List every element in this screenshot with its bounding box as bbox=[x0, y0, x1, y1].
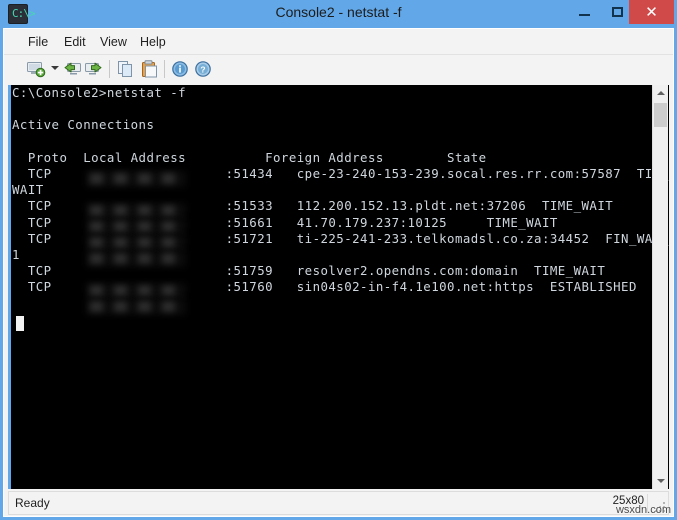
redacted-local-address-5 bbox=[86, 251, 186, 267]
paste-icon[interactable] bbox=[140, 60, 160, 78]
status-bar: Ready 25x80 bbox=[8, 491, 669, 515]
block-cursor bbox=[16, 316, 24, 331]
redacted-local-address-4 bbox=[86, 235, 186, 251]
title-bar[interactable]: C:\> Console2 - netstat -f ✕ bbox=[0, 0, 677, 28]
close-icon: ✕ bbox=[645, 4, 658, 21]
redacted-local-address-6 bbox=[86, 283, 186, 299]
scroll-thumb[interactable] bbox=[654, 103, 667, 127]
menu-item-file[interactable]: File bbox=[22, 33, 54, 51]
svg-text:?: ? bbox=[200, 64, 205, 74]
menu-item-edit[interactable]: Edit bbox=[58, 33, 92, 51]
menu-item-help[interactable]: Help bbox=[134, 33, 172, 51]
watermark: wsxdn.com bbox=[615, 504, 671, 516]
new-tab-icon[interactable] bbox=[26, 60, 46, 78]
menu-bar: File Edit View Help bbox=[4, 29, 673, 55]
toolbar-separator-1 bbox=[109, 60, 110, 78]
info-icon[interactable] bbox=[171, 60, 191, 78]
redacted-local-address-7 bbox=[86, 299, 186, 315]
status-message: Ready bbox=[15, 496, 50, 510]
copy-icon[interactable] bbox=[116, 60, 136, 78]
minimize-icon bbox=[568, 0, 601, 24]
help-icon[interactable]: ? bbox=[194, 60, 214, 78]
tool-bar: ? bbox=[4, 55, 673, 83]
console-left-accent bbox=[8, 85, 11, 489]
toolbar-separator-2 bbox=[164, 60, 165, 78]
forward-arrow-icon[interactable] bbox=[84, 60, 104, 78]
console2-window: C:\> Console2 - netstat -f ✕ File Edit V… bbox=[0, 0, 677, 520]
console-output-area[interactable]: C:\Console2>netstat -f Active Connection… bbox=[8, 85, 669, 489]
scroll-down-arrow[interactable] bbox=[653, 473, 668, 489]
redacted-local-address-3 bbox=[86, 219, 186, 235]
back-arrow-icon[interactable] bbox=[62, 60, 82, 78]
redacted-local-address-1 bbox=[86, 171, 186, 187]
scroll-up-arrow[interactable] bbox=[653, 85, 668, 101]
client-area: File Edit View Help ? C:\Console2>netsta… bbox=[3, 28, 674, 517]
new-tab-dropdown-caret[interactable] bbox=[51, 66, 59, 70]
redacted-local-address-2 bbox=[86, 203, 186, 219]
minimize-button[interactable] bbox=[568, 0, 601, 24]
vertical-scrollbar[interactable] bbox=[652, 85, 668, 489]
close-button[interactable]: ✕ bbox=[629, 0, 674, 24]
menu-item-view[interactable]: View bbox=[94, 33, 133, 51]
